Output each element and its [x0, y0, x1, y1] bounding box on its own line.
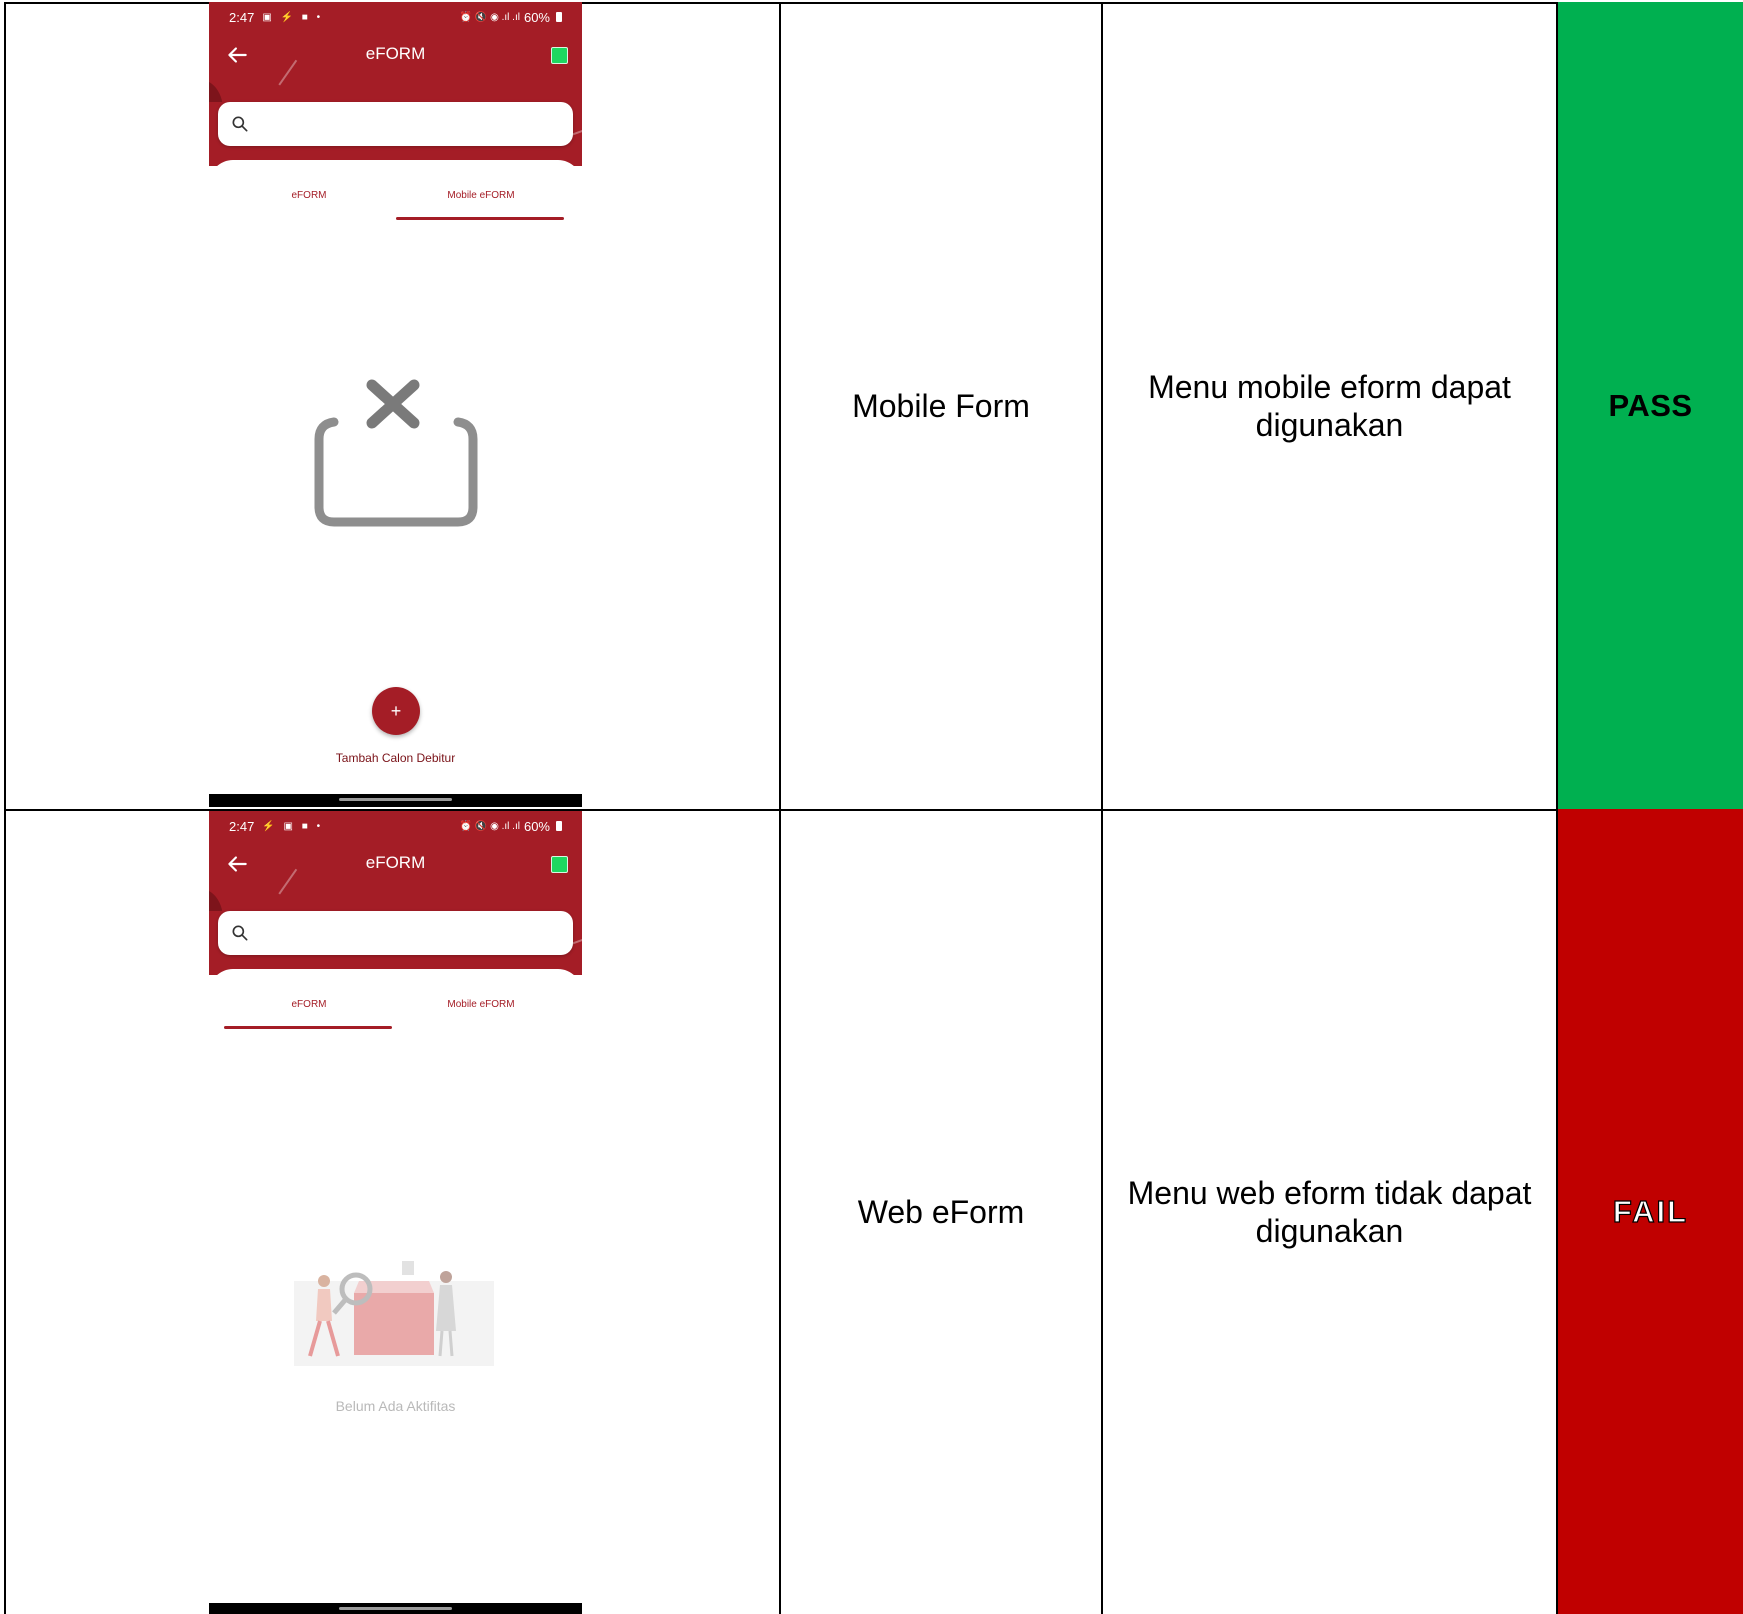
tab-bar: eFORM Mobile eFORM: [209, 160, 582, 220]
status-bar: 2:47 ▣ ⚡ ■ • ⏰ 🔇 ◉ .ıl .ıl 60%: [209, 2, 582, 32]
screenshot-cell: 2:47 ▣ ⚡ ■ • ⏰ 🔇 ◉ .ıl .ıl 60% eFORM eFO…: [4, 2, 781, 809]
feature-cell: Web eForm: [781, 809, 1103, 1614]
app-bar: eFORM: [209, 841, 582, 887]
status-indicator[interactable]: [551, 47, 568, 64]
status-icons-right: ⏰ 🔇 ◉ .ıl .ıl: [459, 820, 520, 832]
feature-name: Mobile Form: [852, 387, 1030, 424]
empty-activity-illustration: [294, 1261, 494, 1366]
feature-cell: Mobile Form: [781, 2, 1103, 809]
home-indicator[interactable]: [339, 1607, 452, 1610]
active-tab-indicator: [396, 217, 564, 220]
search-icon: [232, 116, 248, 132]
decoration: [209, 80, 223, 102]
system-nav-bar: [209, 1603, 582, 1614]
tab-eform[interactable]: eFORM: [224, 999, 394, 1010]
app-header: 2:47 ▣ ⚡ ■ • ⏰ 🔇 ◉ .ıl .ıl 60% eFORM: [209, 2, 582, 102]
phone-screenshot: 2:47 ⚡ ▣ ■ • ⏰ 🔇 ◉ .ıl .ıl 60% eFORM eFO…: [209, 811, 582, 1614]
search-icon: [232, 925, 248, 941]
search-input[interactable]: [218, 102, 573, 146]
tab-mobile-eform[interactable]: Mobile eFORM: [396, 190, 566, 201]
status-icons-left: ⚡ ▣ ■ •: [262, 820, 324, 832]
result-text: Menu mobile eform dapat digunakan: [1148, 368, 1511, 443]
app-header: 2:47 ⚡ ▣ ■ • ⏰ 🔇 ◉ .ıl .ıl 60% eFORM: [209, 811, 582, 911]
empty-state-message: Belum Ada Aktifitas: [335, 1398, 456, 1414]
app-title: eFORM: [365, 44, 426, 63]
table-row: 2:47 ▣ ⚡ ■ • ⏰ 🔇 ◉ .ıl .ıl 60% eFORM eFO…: [4, 2, 1743, 809]
system-nav-bar: [209, 794, 582, 807]
active-tab-indicator: [224, 1026, 392, 1029]
box-remove-icon: [314, 379, 478, 527]
home-indicator[interactable]: [339, 798, 452, 801]
battery-level: 60%: [523, 818, 550, 834]
status-indicator[interactable]: [551, 856, 568, 873]
battery-level: 60%: [523, 9, 550, 25]
search-input[interactable]: [218, 911, 573, 955]
app-title: eFORM: [365, 853, 426, 872]
screenshot-cell: 2:47 ⚡ ▣ ■ • ⏰ 🔇 ◉ .ıl .ıl 60% eFORM eFO…: [4, 809, 781, 1614]
battery-icon: [556, 821, 562, 831]
add-debtor-label[interactable]: Tambah Calon Debitur: [209, 751, 582, 765]
status-time: 2:47: [229, 818, 255, 834]
result-cell: Menu web eform tidak dapat digunakan: [1103, 809, 1558, 1614]
status-cell: PASS: [1558, 2, 1743, 809]
phone-screenshot: 2:47 ▣ ⚡ ■ • ⏰ 🔇 ◉ .ıl .ıl 60% eFORM eFO…: [209, 2, 582, 807]
test-result-table: 2:47 ▣ ⚡ ■ • ⏰ 🔇 ◉ .ıl .ıl 60% eFORM eFO…: [4, 2, 1743, 1614]
status-icons-left: ▣ ⚡ ■ •: [262, 11, 324, 23]
status-bar: 2:47 ⚡ ▣ ■ • ⏰ 🔇 ◉ .ıl .ıl 60%: [209, 811, 582, 841]
feature-name: Web eForm: [857, 1193, 1025, 1230]
decoration: [209, 889, 223, 911]
status-cell: FAIL: [1558, 809, 1743, 1614]
status-icons-right: ⏰ 🔇 ◉ .ıl .ıl: [459, 11, 520, 23]
table-row: 2:47 ⚡ ▣ ■ • ⏰ 🔇 ◉ .ıl .ıl 60% eFORM eFO…: [4, 809, 1743, 1614]
tab-bar: eFORM Mobile eFORM: [209, 969, 582, 1029]
result-cell: Menu mobile eform dapat digunakan: [1103, 2, 1558, 809]
result-text: Menu web eform tidak dapat digunakan: [1127, 1174, 1532, 1249]
app-bar: eFORM: [209, 32, 582, 78]
add-debtor-button[interactable]: +: [372, 687, 420, 735]
status-time: 2:47: [229, 9, 255, 25]
tab-eform[interactable]: eFORM: [224, 190, 394, 201]
battery-icon: [556, 12, 562, 22]
status-badge: FAIL: [1612, 1193, 1689, 1229]
tab-mobile-eform[interactable]: Mobile eFORM: [396, 999, 566, 1010]
status-badge: PASS: [1608, 387, 1693, 423]
